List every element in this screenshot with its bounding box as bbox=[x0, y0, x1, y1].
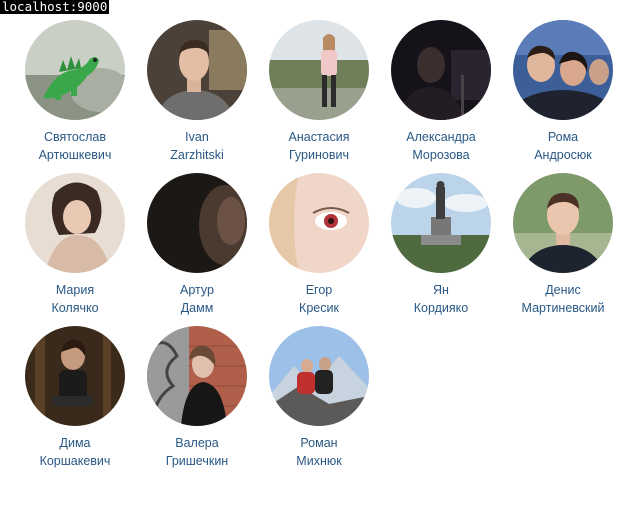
friend-name-link[interactable]: Денис Мартиневский bbox=[522, 281, 605, 317]
friend-first-name[interactable]: Валера bbox=[166, 434, 228, 452]
friend-card[interactable]: Егор Кресик bbox=[258, 173, 380, 317]
mountain-couple-avatar[interactable] bbox=[269, 326, 369, 426]
friend-first-name[interactable]: Артур bbox=[180, 281, 214, 299]
friend-first-name[interactable]: Святослав bbox=[39, 128, 112, 146]
friends-grid: Святослав Артюшкевич Ivan Zarzhitski Ана… bbox=[14, 20, 624, 470]
forest-sitting-avatar[interactable] bbox=[25, 326, 125, 426]
friend-card[interactable]: Роман Михнюк bbox=[258, 326, 380, 470]
friend-first-name[interactable]: Дима bbox=[40, 434, 111, 452]
friend-name-link[interactable]: Дима Коршакевич bbox=[40, 434, 111, 470]
friend-card[interactable]: Денис Мартиневский bbox=[502, 173, 624, 317]
friend-first-name[interactable]: Александра bbox=[406, 128, 476, 146]
man-portrait-avatar[interactable] bbox=[513, 173, 613, 273]
friend-last-name[interactable]: Гуринович bbox=[289, 146, 350, 164]
dark-night-avatar[interactable] bbox=[391, 20, 491, 120]
friend-first-name[interactable]: Анастасия bbox=[289, 128, 350, 146]
friend-last-name[interactable]: Дамм bbox=[180, 299, 214, 317]
monument-avatar[interactable] bbox=[391, 173, 491, 273]
friend-first-name[interactable]: Роман bbox=[296, 434, 341, 452]
friend-first-name[interactable]: Денис bbox=[522, 281, 605, 299]
friend-name-link[interactable]: Артур Дамм bbox=[180, 281, 214, 317]
friend-name-link[interactable]: Святослав Артюшкевич bbox=[39, 128, 112, 164]
friend-card[interactable]: Анастасия Гуринович bbox=[258, 20, 380, 164]
friend-card[interactable]: Рома Андросюк bbox=[502, 20, 624, 164]
friend-card[interactable]: Святослав Артюшкевич bbox=[14, 20, 136, 164]
dinosaur-toy-avatar[interactable] bbox=[25, 20, 125, 120]
url-label: localhost:9000 bbox=[0, 0, 110, 14]
friend-name-link[interactable]: Валера Гришечкин bbox=[166, 434, 228, 470]
friend-last-name[interactable]: Коршакевич bbox=[40, 452, 111, 470]
girl-outdoor-avatar[interactable] bbox=[269, 20, 369, 120]
friend-first-name[interactable]: Мария bbox=[51, 281, 98, 299]
friend-card[interactable]: Александра Морозова bbox=[380, 20, 502, 164]
dark-face-avatar[interactable] bbox=[147, 173, 247, 273]
friend-last-name[interactable]: Гришечкин bbox=[166, 452, 228, 470]
friend-last-name[interactable]: Мартиневский bbox=[522, 299, 605, 317]
friend-last-name[interactable]: Михнюк bbox=[296, 452, 341, 470]
graffiti-wall-avatar[interactable] bbox=[147, 326, 247, 426]
friend-card[interactable]: Ivan Zarzhitski bbox=[136, 20, 258, 164]
friend-last-name[interactable]: Артюшкевич bbox=[39, 146, 112, 164]
eye-closeup-avatar[interactable] bbox=[269, 173, 369, 273]
friend-last-name[interactable]: Колячко bbox=[51, 299, 98, 317]
group-selfie-avatar[interactable] bbox=[513, 20, 613, 120]
friend-card[interactable]: Артур Дамм bbox=[136, 173, 258, 317]
friend-card[interactable]: Мария Колячко bbox=[14, 173, 136, 317]
friend-last-name[interactable]: Кордияко bbox=[414, 299, 469, 317]
girl-portrait-avatar[interactable] bbox=[25, 173, 125, 273]
friend-last-name[interactable]: Морозова bbox=[406, 146, 476, 164]
friend-name-link[interactable]: Егор Кресик bbox=[299, 281, 339, 317]
friend-card[interactable]: Валера Гришечкин bbox=[136, 326, 258, 470]
friend-first-name[interactable]: Рома bbox=[534, 128, 592, 146]
friend-name-link[interactable]: Мария Колячко bbox=[51, 281, 98, 317]
friend-last-name[interactable]: Кресик bbox=[299, 299, 339, 317]
friend-name-link[interactable]: Анастасия Гуринович bbox=[289, 128, 350, 164]
friend-name-link[interactable]: Ян Кордияко bbox=[414, 281, 469, 317]
boy-portrait-avatar[interactable] bbox=[147, 20, 247, 120]
friend-name-link[interactable]: Рома Андросюк bbox=[534, 128, 592, 164]
friend-first-name[interactable]: Ян bbox=[414, 281, 469, 299]
friend-last-name[interactable]: Zarzhitski bbox=[170, 146, 223, 164]
friend-first-name[interactable]: Егор bbox=[299, 281, 339, 299]
friend-card[interactable]: Ян Кордияко bbox=[380, 173, 502, 317]
friend-name-link[interactable]: Александра Морозова bbox=[406, 128, 476, 164]
friend-last-name[interactable]: Андросюк bbox=[534, 146, 592, 164]
friend-name-link[interactable]: Ivan Zarzhitski bbox=[170, 128, 223, 164]
friend-card[interactable]: Дима Коршакевич bbox=[14, 326, 136, 470]
friend-name-link[interactable]: Роман Михнюк bbox=[296, 434, 341, 470]
friend-first-name[interactable]: Ivan bbox=[170, 128, 223, 146]
